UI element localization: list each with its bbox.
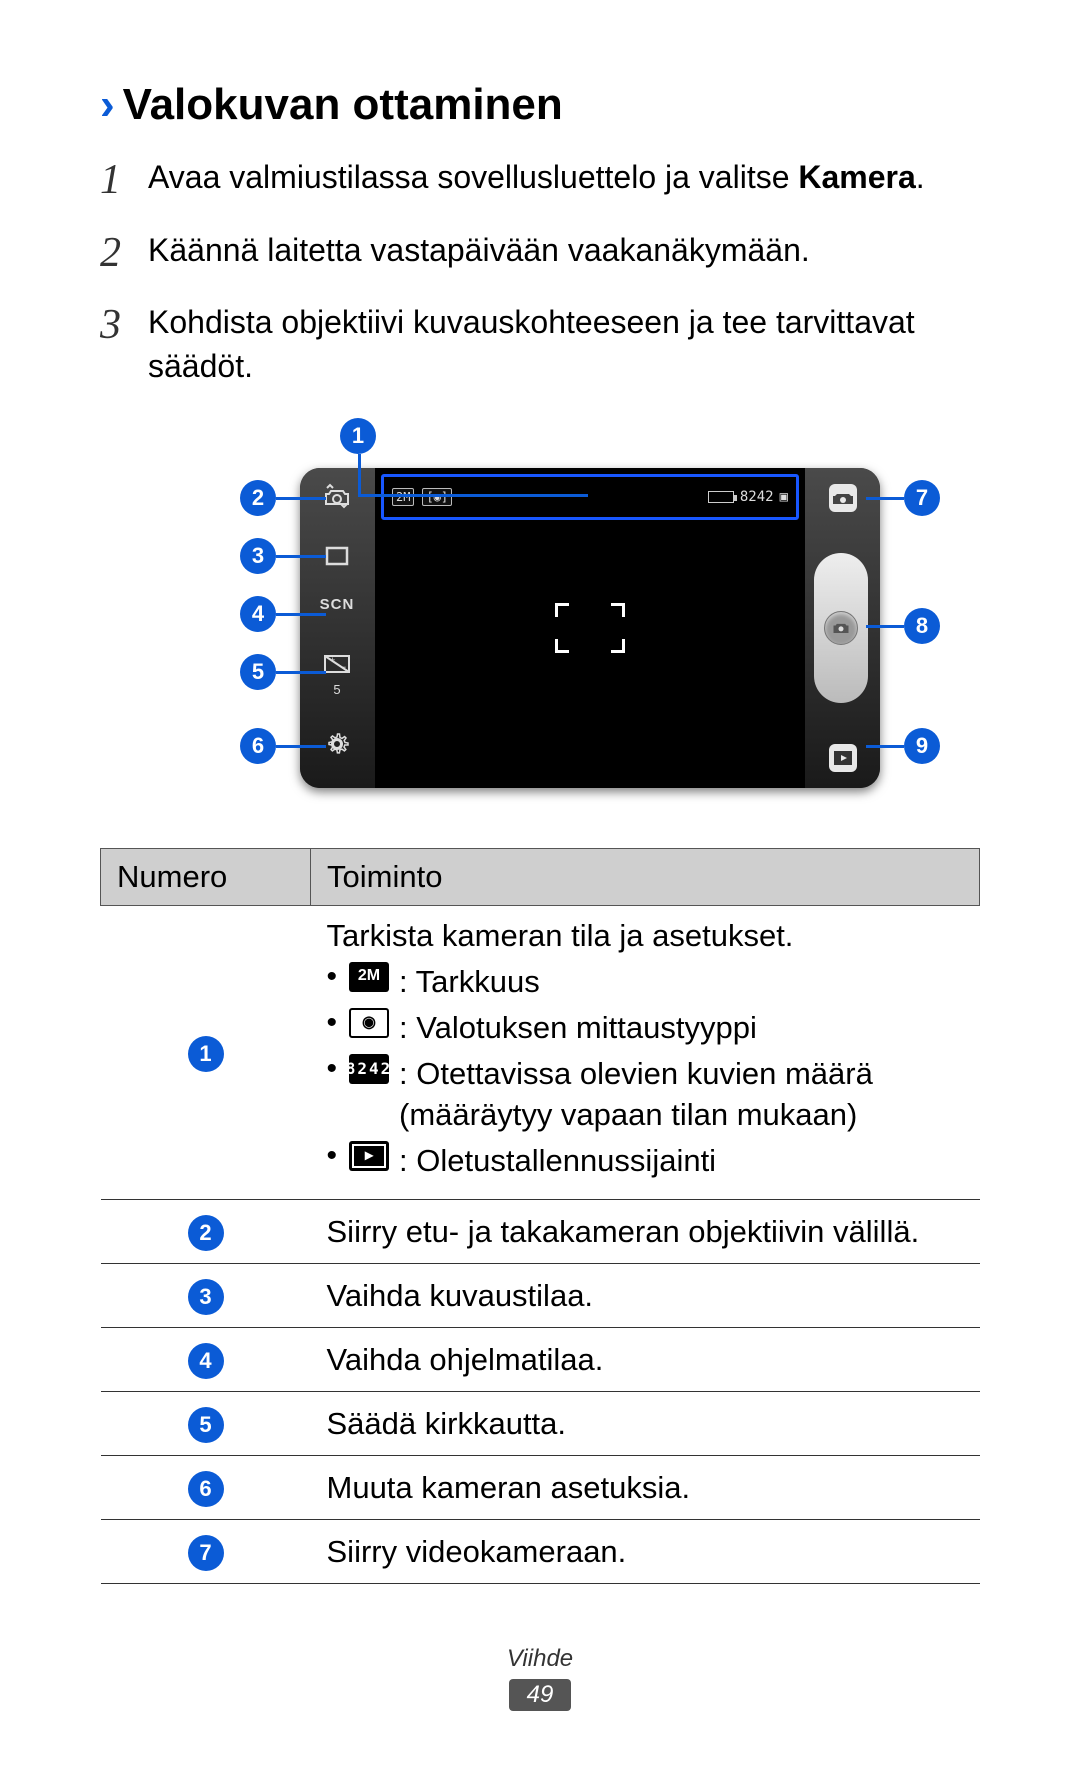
shots-remaining: 8242 <box>740 489 774 505</box>
page-number: 49 <box>509 1679 572 1711</box>
section-heading: › Valokuvan ottaminen <box>100 80 980 130</box>
camera-left-panel: SCN +− 5 <box>300 468 375 788</box>
step-number: 1 <box>100 152 148 209</box>
callout-1: 1 <box>340 418 376 454</box>
callout-line <box>276 497 326 500</box>
step-text-bold: Kamera <box>798 159 915 195</box>
callout-line <box>276 555 326 558</box>
callout-line <box>358 454 361 494</box>
callout-9: 9 <box>904 728 940 764</box>
function-table: Numero Toiminto 1 Tarkista kameran tila … <box>100 848 980 1584</box>
settings-gear-icon <box>314 728 360 760</box>
callout-line <box>276 671 326 674</box>
callout-2: 2 <box>240 480 276 516</box>
steps-list: 1 Avaa valmiustilassa sovellusluettelo j… <box>100 152 980 388</box>
callout-line <box>866 625 904 628</box>
camera-viewfinder: 2M [◉] 8242 ▣ <box>375 468 805 788</box>
row-badge-7: 7 <box>188 1535 224 1571</box>
camera-diagram: 1 2 3 4 5 6 7 8 9 SCN <box>190 418 890 818</box>
shutter-button <box>814 553 868 703</box>
callout-line <box>866 497 904 500</box>
row-content-1: Tarkista kameran tila ja asetukset. 2M :… <box>311 905 980 1199</box>
row-lead-text: Tarkista kameran tila ja asetukset. <box>327 918 964 954</box>
bullet-storage: ▸ : Oletustallennussijainti <box>327 1141 964 1181</box>
storage-icon: ▣ <box>780 489 788 505</box>
storage-inline-icon: ▸ <box>349 1141 389 1171</box>
svg-text:+: + <box>330 655 335 665</box>
row-badge-4: 4 <box>188 1343 224 1379</box>
step-text: Kohdista objektiivi kuvauskohteeseen ja … <box>148 297 980 387</box>
svg-text:−: − <box>341 662 346 672</box>
step-text: Käännä laitetta vastapäivään vaakanäkymä… <box>148 225 980 272</box>
battery-icon <box>708 491 734 503</box>
table-row: 3 Vaihda kuvaustilaa. <box>101 1264 980 1328</box>
row-content-4: Vaihda ohjelmatilaa. <box>311 1328 980 1392</box>
callout-8: 8 <box>904 608 940 644</box>
callout-4: 4 <box>240 596 276 632</box>
footer-section-label: Viihde <box>0 1645 1080 1673</box>
step-text: Avaa valmiustilassa sovellusluettelo ja … <box>148 152 980 199</box>
row-badge-1: 1 <box>188 1036 224 1072</box>
row-content-3: Vaihda kuvaustilaa. <box>311 1264 980 1328</box>
row-badge-5: 5 <box>188 1407 224 1443</box>
table-header-row: Numero Toiminto <box>101 848 980 905</box>
col-header-function: Toiminto <box>311 848 980 905</box>
page-footer: Viihde 49 <box>0 1645 1080 1711</box>
step-number: 3 <box>100 297 148 354</box>
bullet-shots-remaining: 8242 : Otettavissa olevien kuvien määrä … <box>327 1054 964 1135</box>
shutter-camera-icon <box>824 611 858 645</box>
focus-brackets-icon <box>555 603 625 653</box>
step-3: 3 Kohdista objektiivi kuvauskohteeseen j… <box>100 297 980 387</box>
bullet-metering: ◉ : Valotuksen mittaustyyppi <box>327 1008 964 1048</box>
step-2: 2 Käännä laitetta vastapäivään vaakanäky… <box>100 225 980 282</box>
callout-line <box>276 613 326 616</box>
row-badge-3: 3 <box>188 1279 224 1315</box>
switch-camera-icon <box>314 480 360 512</box>
col-header-number: Numero <box>101 848 311 905</box>
bullet-resolution: 2M : Tarkkuus <box>327 962 964 1002</box>
bullet-text: : Valotuksen mittaustyyppi <box>399 1008 757 1048</box>
row-badge-2: 2 <box>188 1215 224 1251</box>
scene-mode-icon: SCN <box>314 596 360 613</box>
metering-inline-icon: ◉ <box>349 1008 389 1038</box>
row-content-2: Siirry etu- ja takakameran objektiivin v… <box>311 1200 980 1264</box>
table-row: 6 Muuta kameran asetuksia. <box>101 1456 980 1520</box>
callout-3: 3 <box>240 538 276 574</box>
exposure-value: 5 <box>333 682 340 697</box>
bullet-text: : Tarkkuus <box>399 962 540 1002</box>
table-row: 2 Siirry etu- ja takakameran objektiivin… <box>101 1200 980 1264</box>
step-text-part: . <box>916 159 925 195</box>
metering-icon: [◉] <box>422 488 452 506</box>
resolution-icon: 2M <box>392 488 414 506</box>
table-row: 4 Vaihda ohjelmatilaa. <box>101 1328 980 1392</box>
step-number: 2 <box>100 225 148 282</box>
bullet-text: : Otettavissa olevien kuvien määrä (määr… <box>399 1054 963 1135</box>
camera-right-panel <box>805 468 880 788</box>
callout-line <box>866 745 904 748</box>
heading-title: Valokuvan ottaminen <box>123 80 563 130</box>
table-row: 5 Säädä kirkkautta. <box>101 1392 980 1456</box>
callout-6: 6 <box>240 728 276 764</box>
row-content-7: Siirry videokameraan. <box>311 1520 980 1584</box>
camera-mode-toggle-icon <box>820 482 866 514</box>
camera-body: SCN +− 5 <box>300 468 880 788</box>
table-row: 1 Tarkista kameran tila ja asetukset. 2M… <box>101 905 980 1199</box>
row-content-6: Muuta kameran asetuksia. <box>311 1456 980 1520</box>
chevron-icon: › <box>100 83 115 127</box>
camera-status-bar: 2M [◉] 8242 ▣ <box>381 474 799 520</box>
callout-7: 7 <box>904 480 940 516</box>
callout-line <box>358 494 588 497</box>
step-text-part: Avaa valmiustilassa sovellusluettelo ja … <box>148 159 798 195</box>
bullet-text: : Oletustallennussijainti <box>399 1141 716 1181</box>
table-row: 7 Siirry videokameraan. <box>101 1520 980 1584</box>
resolution-inline-icon: 2M <box>349 962 389 992</box>
gallery-play-icon <box>820 742 866 774</box>
row-content-5: Säädä kirkkautta. <box>311 1392 980 1456</box>
row-badge-6: 6 <box>188 1471 224 1507</box>
callout-line <box>276 745 326 748</box>
step-1: 1 Avaa valmiustilassa sovellusluettelo j… <box>100 152 980 209</box>
counter-inline-icon: 8242 <box>349 1054 389 1084</box>
callout-5: 5 <box>240 654 276 690</box>
